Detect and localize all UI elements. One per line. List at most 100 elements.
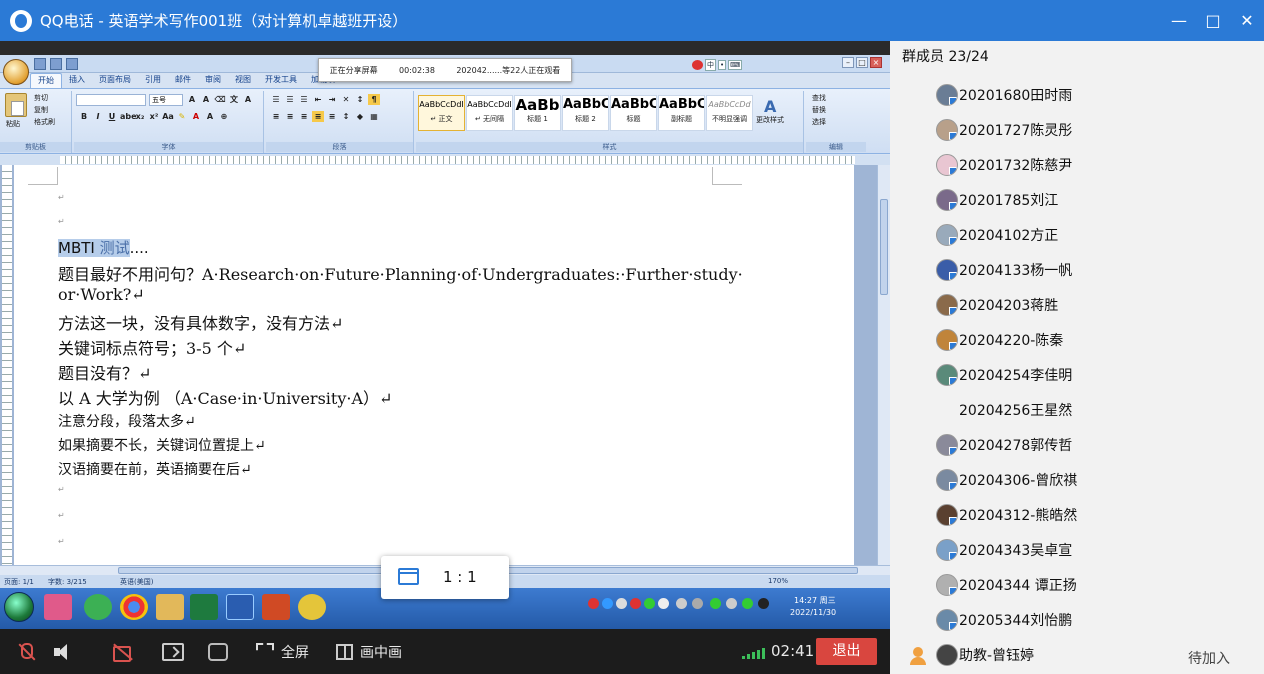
subscript-icon[interactable]: x₂ <box>134 111 146 122</box>
scroll-thumb[interactable] <box>880 199 888 295</box>
shrink-font-icon[interactable]: A <box>200 94 212 105</box>
member-item[interactable]: 助教-曾钰婷 <box>936 643 1034 667</box>
multilevel-list-icon[interactable]: ☰ <box>298 94 310 105</box>
member-item[interactable]: 20201727陈灵彤 <box>936 118 1072 142</box>
ime-zh-icon[interactable]: 中 <box>705 59 716 71</box>
increase-indent-icon[interactable]: ⇥ <box>326 94 338 105</box>
tray-icon[interactable] <box>758 598 769 609</box>
tray-icon[interactable] <box>616 598 627 609</box>
fullscreen-button[interactable]: 全屏 <box>256 641 309 663</box>
page-count[interactable]: 页面: 1/1 <box>4 577 34 587</box>
member-item[interactable]: 20204306-曾欣祺 <box>936 468 1077 492</box>
tray-icon[interactable] <box>742 598 753 609</box>
align-left-icon[interactable]: ≡ <box>270 111 282 122</box>
member-item[interactable]: 20204220-陈秦 <box>936 328 1063 352</box>
ime-punct-icon[interactable]: • <box>718 60 727 70</box>
member-item[interactable]: 20204133杨一帆 <box>936 258 1072 282</box>
tray-icon[interactable] <box>630 598 641 609</box>
style-no-spacing[interactable]: AaBbCcDdI ↵ 无间隔 <box>466 95 513 131</box>
font-size-combo[interactable]: 五号 <box>149 94 183 106</box>
tray-icon[interactable] <box>676 598 687 609</box>
vertical-scrollbar[interactable] <box>877 165 890 565</box>
style-subtle-emphasis[interactable]: AaBbCcDd 不明显强调 <box>706 95 753 131</box>
zoom-level[interactable]: 170% <box>768 577 788 585</box>
member-item[interactable]: 20201732陈慈尹 <box>936 153 1072 177</box>
save-icon[interactable] <box>34 58 46 70</box>
tray-icon[interactable] <box>588 598 599 609</box>
tab-mailings[interactable]: 邮件 <box>168 73 198 88</box>
strikethrough-icon[interactable]: abe <box>120 111 137 122</box>
share-screen-button[interactable] <box>162 641 184 663</box>
paste-label[interactable]: 粘贴 <box>6 119 20 129</box>
member-item[interactable]: 20204312-熊皓然 <box>936 503 1077 527</box>
find-button[interactable]: 查找 <box>812 93 826 103</box>
tray-icon[interactable] <box>644 598 655 609</box>
clock-time[interactable]: 14:27 周三 <box>794 595 836 606</box>
horizontal-ruler[interactable] <box>0 155 890 165</box>
mute-mic-button[interactable] <box>16 641 34 663</box>
copy-button[interactable]: 复制 <box>34 105 48 115</box>
exit-button[interactable]: 退出 <box>816 638 877 665</box>
tab-review[interactable]: 审阅 <box>198 73 228 88</box>
align-right-icon[interactable]: ≡ <box>298 111 310 122</box>
sogou-icon[interactable] <box>692 60 703 70</box>
bold-icon[interactable]: B <box>78 111 90 122</box>
word-minimize-button[interactable]: – <box>842 57 854 68</box>
member-item[interactable]: 20204256王星然 <box>936 398 1072 422</box>
distributed-icon[interactable]: ≡ <box>326 111 338 122</box>
paste-icon[interactable] <box>5 93 27 117</box>
start-button[interactable] <box>4 592 34 622</box>
camera-button[interactable] <box>112 641 134 663</box>
decrease-indent-icon[interactable]: ⇤ <box>312 94 324 105</box>
word-count[interactable]: 字数: 3/215 <box>48 577 87 587</box>
app-icon[interactable] <box>84 594 112 620</box>
style-heading-2[interactable]: AaBbC 标题 2 <box>562 95 609 131</box>
tray-icon[interactable] <box>726 598 737 609</box>
font-color-icon[interactable]: A <box>190 111 202 122</box>
folder-icon[interactable] <box>156 594 184 620</box>
font-name-combo[interactable] <box>76 94 146 106</box>
tray-icon[interactable] <box>710 598 721 609</box>
document-page[interactable]: ↵ ↵ MBTI 测试.... 题目最好不用问句？A·Research·on·F… <box>14 165 854 565</box>
app-icon[interactable] <box>298 594 326 620</box>
shading-icon[interactable]: ◆ <box>354 111 366 122</box>
word-icon[interactable] <box>226 594 254 620</box>
char-border-icon[interactable]: A <box>242 94 254 105</box>
style-title[interactable]: AaBbC 标题 <box>610 95 657 131</box>
char-shading-icon[interactable]: A <box>204 111 216 122</box>
style-normal[interactable]: AaBbCcDdI ↵ 正文 <box>418 95 465 131</box>
clock-date[interactable]: 2022/11/30 <box>790 608 836 617</box>
member-item[interactable]: 20204203蒋胜 <box>936 293 1058 317</box>
grow-font-icon[interactable]: A <box>186 94 198 105</box>
shared-screen[interactable]: 中 • ⌨ – □ × 正在分享屏幕 00:02:38 202042......… <box>0 41 890 629</box>
powerpoint-icon[interactable] <box>262 594 290 620</box>
line-spacing-icon[interactable]: ↕ <box>340 111 352 122</box>
word-maximize-button[interactable]: □ <box>856 57 868 68</box>
align-center-icon[interactable]: ≡ <box>284 111 296 122</box>
tab-developer[interactable]: 开发工具 <box>258 73 304 88</box>
tray-icon[interactable] <box>658 598 669 609</box>
tab-references[interactable]: 引用 <box>138 73 168 88</box>
vertical-ruler[interactable] <box>2 165 12 565</box>
aspect-ratio-popup[interactable]: 1 : 1 <box>381 556 509 599</box>
underline-icon[interactable]: U <box>106 111 118 122</box>
office-button[interactable] <box>3 59 29 85</box>
close-button[interactable]: ✕ <box>1230 0 1264 41</box>
sort-icon[interactable]: ↕ <box>354 94 366 105</box>
tray-icon[interactable] <box>692 598 703 609</box>
select-button[interactable]: 选择 <box>812 117 826 127</box>
cut-button[interactable]: 剪切 <box>34 93 48 103</box>
redo-icon[interactable] <box>66 58 78 70</box>
tab-insert[interactable]: 插入 <box>62 73 92 88</box>
member-item[interactable]: 20204344 谭正扬 <box>936 573 1077 597</box>
style-subtitle[interactable]: AaBbC 副标题 <box>658 95 705 131</box>
language-indicator[interactable]: 英语(美国) <box>120 577 153 587</box>
bullets-icon[interactable]: ☰ <box>270 94 282 105</box>
member-item[interactable]: 20204343吴卓宣 <box>936 538 1072 562</box>
member-item[interactable]: 20201680田时雨 <box>936 83 1072 107</box>
numbering-icon[interactable]: ☰ <box>284 94 296 105</box>
ime-keyboard-icon[interactable]: ⌨ <box>728 60 743 70</box>
member-item[interactable]: 20204278郭传哲 <box>936 433 1072 457</box>
member-item[interactable]: 20205344刘怡鹏 <box>936 608 1072 632</box>
minimize-button[interactable]: — <box>1162 0 1196 41</box>
